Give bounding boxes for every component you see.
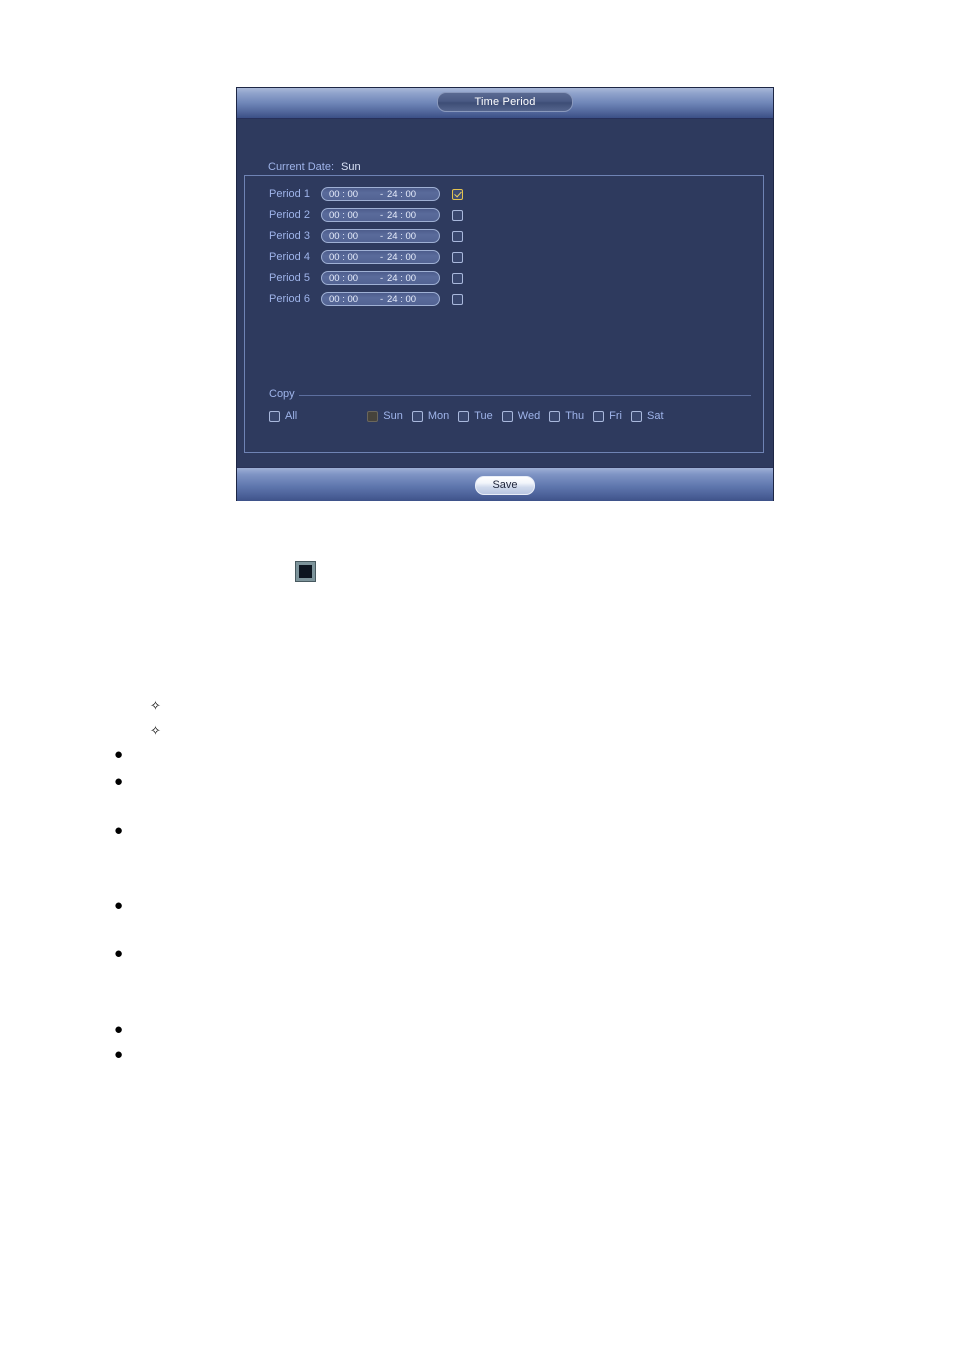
period-time-separator-3: - [380, 230, 384, 242]
period-label-1: Period 1 [269, 188, 310, 200]
period-label-4: Period 4 [269, 251, 310, 263]
periods-panel: Period 1 00 : 00-24 : 00 Period 2 00 : 00-2… [244, 175, 764, 453]
copy-group-label: Copy [269, 388, 299, 400]
period-start-time-2[interactable]: 00 : 00 [329, 210, 358, 221]
copy-all-checkbox[interactable] [269, 410, 280, 422]
period-end-time-1[interactable]: 24 : 00 [387, 189, 416, 200]
period-label-6: Period 6 [269, 293, 310, 305]
copy-day-label-thu: Thu [565, 410, 585, 422]
period-start-time-4[interactable]: 00 : 00 [329, 252, 358, 263]
list-marker-diamond-1: ✧ [150, 698, 161, 713]
period-label-5: Period 5 [269, 272, 310, 284]
period-enable-checkbox-4[interactable] [452, 251, 463, 263]
period-end-time-4[interactable]: 24 : 00 [387, 252, 416, 263]
period-label-2: Period 2 [269, 209, 310, 221]
dialog-body: Current Date: Sun Period 1 00 : 00-24 : 00… [237, 119, 773, 467]
period-time-field-3[interactable]: 00 : 00 -24 : 00 [321, 229, 440, 243]
period-end-time-5[interactable]: 24 : 00 [387, 273, 416, 284]
copy-day-label-mon: Mon [427, 410, 450, 422]
period-start-time-1[interactable]: 00 : 00 [329, 189, 358, 200]
period-time-field-4[interactable]: 00 : 00 -24 : 00 [321, 250, 440, 264]
list-marker-disc-9: ● [114, 1046, 124, 1063]
copy-day-item-thu[interactable]: Thu [549, 410, 584, 422]
period-start-time-5[interactable]: 00 : 00 [329, 273, 358, 284]
copy-day-checkbox-thu[interactable] [549, 410, 561, 422]
current-date-label: Current Date: [268, 161, 335, 173]
time-period-dialog: Time Period Current Date: Sun Period 1 00 … [237, 88, 773, 501]
copy-all-label: All [285, 410, 298, 422]
copy-all-item[interactable]: All [269, 410, 297, 422]
period-label-3: Period 3 [269, 230, 310, 242]
copy-day-label-wed: Wed [517, 410, 541, 422]
dialog-titlebar: Time Period [237, 88, 773, 119]
copy-day-label-sat: Sat [646, 410, 664, 422]
period-end-time-3[interactable]: 24 : 00 [387, 231, 416, 242]
period-enable-checkbox-1[interactable] [452, 188, 463, 200]
period-time-separator-5: - [380, 272, 384, 284]
list-marker-disc-5: ● [114, 822, 124, 839]
period-enable-checkbox-5[interactable] [452, 272, 463, 284]
period-row-1: Period 1 00 : 00 -24 : 00 [269, 185, 463, 203]
period-end-time-2[interactable]: 24 : 00 [387, 210, 416, 221]
copy-day-label-tue: Tue [474, 410, 493, 422]
period-row-5: Period 5 00 : 00 -24 : 00 [269, 269, 463, 287]
copy-day-item-sun[interactable]: Sun [367, 410, 403, 422]
list-marker-diamond-2: ✧ [150, 723, 161, 738]
period-time-field-5[interactable]: 00 : 00 -24 : 00 [321, 271, 440, 285]
copy-days-row: All Sun Mon Tue Wed Thu Fri Sat [269, 410, 664, 422]
period-enable-checkbox-2[interactable] [452, 209, 463, 221]
period-time-field-2[interactable]: 00 : 00 -24 : 00 [321, 208, 440, 222]
dialog-footer: Save [237, 467, 773, 501]
list-marker-disc-4: ● [114, 773, 124, 790]
list-marker-disc-7: ● [114, 945, 124, 962]
current-date-row: Current Date: Sun [268, 161, 361, 173]
dialog-title: Time Period [437, 92, 573, 112]
period-row-2: Period 2 00 : 00 -24 : 00 [269, 206, 463, 224]
current-date-value: Sun [341, 161, 361, 173]
period-row-3: Period 3 00 : 00 -24 : 00 [269, 227, 463, 245]
period-row-4: Period 4 00 : 00 -24 : 00 [269, 248, 463, 266]
copy-day-item-fri[interactable]: Fri [593, 410, 622, 422]
copy-day-item-sat[interactable]: Sat [630, 410, 664, 422]
record-mode-icon[interactable] [296, 562, 315, 581]
copy-day-checkbox-wed[interactable] [501, 410, 513, 422]
copy-day-item-tue[interactable]: Tue [458, 410, 493, 422]
period-time-field-6[interactable]: 00 : 00 -24 : 00 [321, 292, 440, 306]
period-start-time-6[interactable]: 00 : 00 [329, 294, 358, 305]
period-enable-checkbox-6[interactable] [452, 293, 463, 305]
period-time-separator-6: - [380, 293, 384, 305]
period-time-separator-4: - [380, 251, 384, 263]
period-start-time-3[interactable]: 00 : 00 [329, 231, 358, 242]
copy-day-checkbox-tue[interactable] [458, 410, 470, 422]
list-marker-disc-6: ● [114, 897, 124, 914]
period-row-6: Period 6 00 : 00 -24 : 00 [269, 290, 463, 308]
copy-day-item-wed[interactable]: Wed [501, 410, 541, 422]
save-button[interactable]: Save [475, 476, 535, 495]
list-marker-disc-8: ● [114, 1021, 124, 1038]
period-time-field-1[interactable]: 00 : 00 -24 : 00 [321, 187, 440, 201]
period-time-separator-1: - [380, 188, 384, 200]
period-enable-checkbox-3[interactable] [452, 230, 463, 242]
copy-day-item-mon[interactable]: Mon [411, 410, 450, 422]
copy-group-divider [269, 395, 751, 396]
list-marker-disc-3: ● [114, 746, 124, 763]
copy-day-label-fri: Fri [609, 410, 622, 422]
period-time-separator-2: - [380, 209, 384, 221]
copy-day-checkbox-mon[interactable] [411, 410, 423, 422]
copy-day-checkbox-sat[interactable] [630, 410, 642, 422]
copy-day-list: Sun Mon Tue Wed Thu Fri Sat [367, 410, 664, 422]
copy-day-checkbox-fri[interactable] [593, 410, 605, 422]
copy-day-checkbox-sun [367, 410, 379, 422]
period-end-time-6[interactable]: 24 : 00 [387, 294, 416, 305]
copy-day-label-sun: Sun [383, 410, 403, 422]
